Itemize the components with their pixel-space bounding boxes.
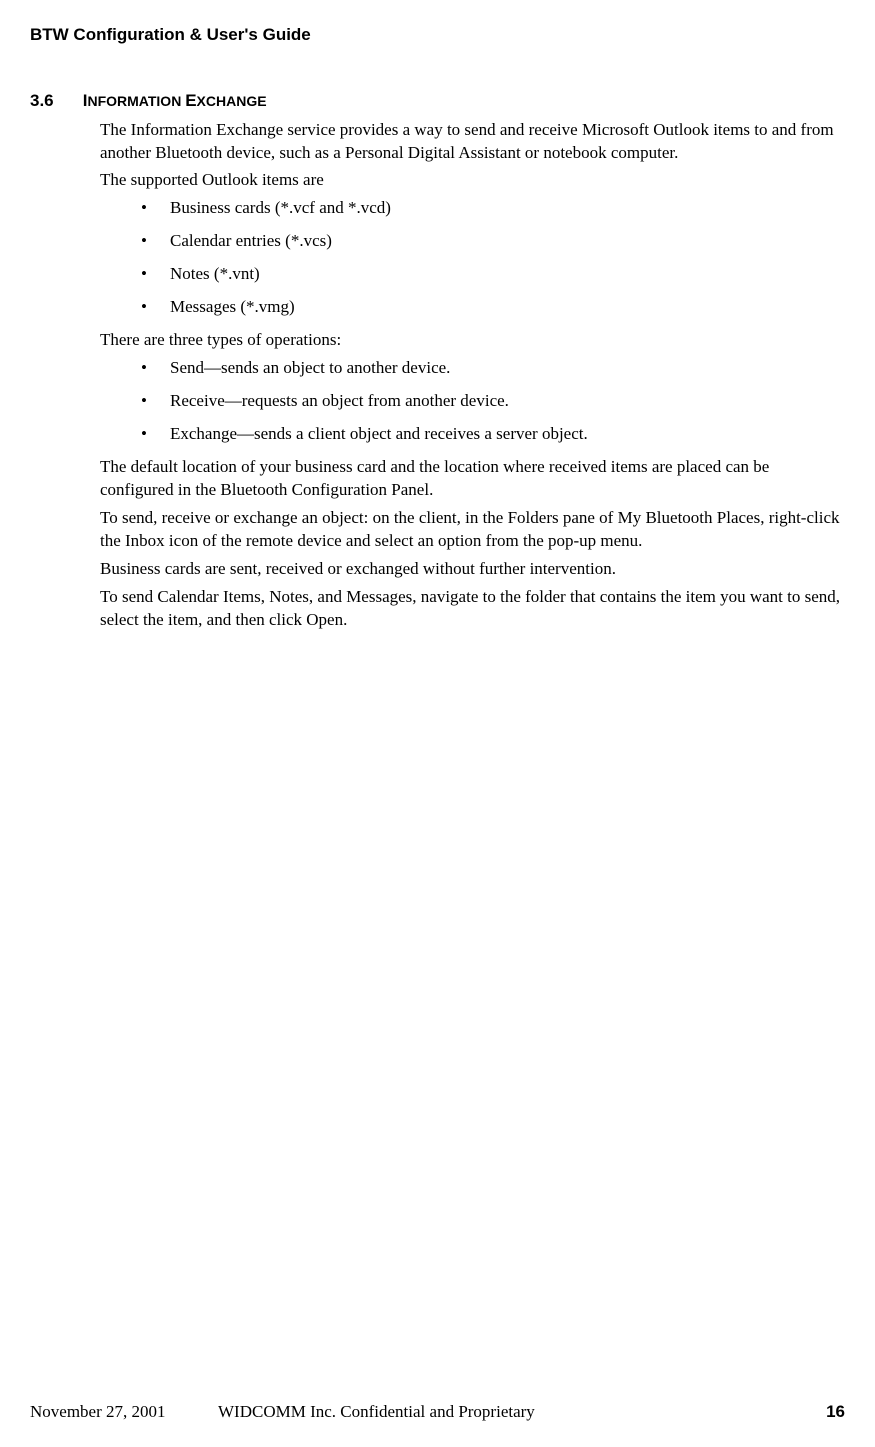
document-footer: November 27, 2001 WIDCOMM Inc. Confident…: [30, 1400, 845, 1424]
list-item: Exchange—sends a client object and recei…: [138, 423, 845, 446]
list-item: Receive—requests an object from another …: [138, 390, 845, 413]
supported-items-list: Business cards (*.vcf and *.vcd) Calenda…: [138, 197, 845, 319]
paragraph-calendar-items: To send Calendar Items, Notes, and Messa…: [100, 586, 845, 632]
footer-date: November 27, 2001: [30, 1400, 190, 1424]
paragraph-operations-intro: There are three types of operations:: [100, 329, 845, 352]
list-item: Send—sends an object to another device.: [138, 357, 845, 380]
paragraph-intro: The Information Exchange service provide…: [100, 119, 845, 165]
document-title: BTW Configuration & User's Guide: [30, 25, 311, 44]
footer-page-number: 16: [815, 1400, 845, 1424]
paragraph-business-cards: Business cards are sent, received or exc…: [100, 558, 845, 581]
operations-list: Send—sends an object to another device. …: [138, 357, 845, 446]
section-number: 3.6: [30, 89, 78, 113]
section-heading: 3.6 INFORMATION EXCHANGE: [30, 89, 845, 113]
section-title: INFORMATION EXCHANGE: [83, 91, 267, 110]
paragraph-default-location: The default location of your business ca…: [100, 456, 845, 502]
list-item: Business cards (*.vcf and *.vcd): [138, 197, 845, 220]
footer-confidential: WIDCOMM Inc. Confidential and Proprietar…: [190, 1400, 815, 1424]
list-item: Calendar entries (*.vcs): [138, 230, 845, 253]
list-item: Messages (*.vmg): [138, 296, 845, 319]
list-item: Notes (*.vnt): [138, 263, 845, 286]
paragraph-send-receive: To send, receive or exchange an object: …: [100, 507, 845, 553]
document-header: BTW Configuration & User's Guide: [30, 23, 845, 47]
paragraph-supported-intro: The supported Outlook items are: [100, 169, 845, 192]
